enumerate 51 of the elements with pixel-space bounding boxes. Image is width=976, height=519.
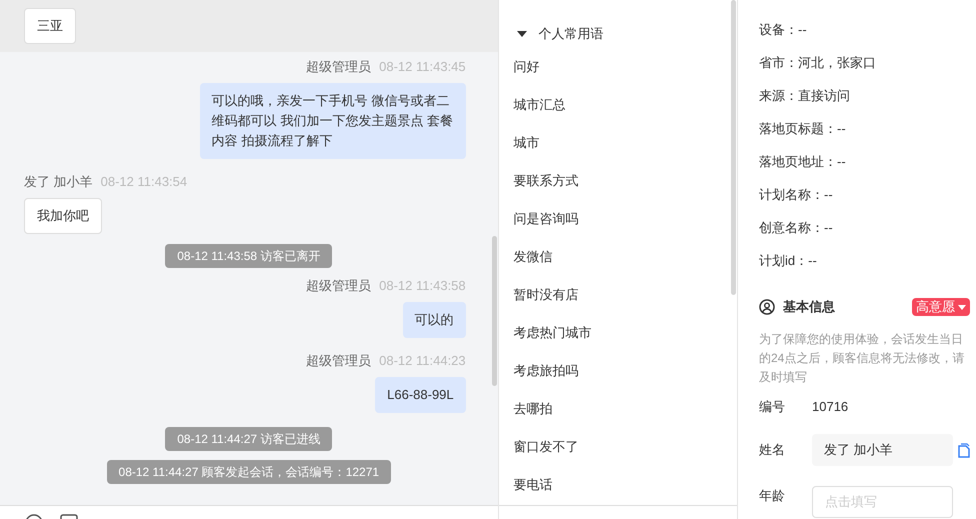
system-notice: 08-12 11:43:58 访客已离开 [165, 244, 332, 268]
info-line: 省市：河北，张家口 [759, 54, 877, 72]
field-label: 年龄 [759, 487, 786, 505]
caret-icon [958, 304, 966, 310]
scrollbar[interactable] [731, 0, 736, 295]
intent-tag[interactable]: 高意愿 [912, 298, 970, 316]
info-line: 设备：-- [759, 21, 808, 39]
phrase-item[interactable]: 考虑旅拍吗 [498, 352, 737, 390]
system-notice: 08-12 11:44:27 访客已进线 [165, 427, 332, 451]
scrollbar[interactable] [492, 236, 497, 386]
phrase-item[interactable]: 要联系方式 [498, 162, 737, 200]
phrase-item[interactable]: 暂时没有店 [498, 276, 737, 314]
phrase-item[interactable]: 问是咨询吗 [498, 200, 737, 238]
info-line: 计划名称：-- [759, 186, 834, 204]
info-line: 计划id：-- [759, 252, 818, 270]
message-bubble: 可以的 [402, 302, 466, 338]
message-time: 08-12 11:43:45 [379, 58, 466, 76]
phrase-item[interactable]: 城市 [498, 124, 737, 162]
phrase-item[interactable]: 考虑热门城市 [498, 314, 737, 352]
section-title: 基本信息 [783, 298, 835, 316]
field-value: 10716 [812, 398, 848, 416]
phrase-item[interactable]: 窗口发不了 [498, 428, 737, 466]
phrase-item[interactable]: 要电话 [498, 466, 737, 504]
message-time: 08-12 11:43:58 [379, 277, 466, 295]
phrase-group-title[interactable]: 个人常用语 [538, 24, 604, 44]
sender-name: 超级管理员 [306, 352, 372, 370]
sender-name: 发了 加小羊 [24, 173, 93, 191]
message-bubble: 我加你吧 [24, 198, 102, 234]
info-line: 创意名称：-- [759, 219, 834, 237]
info-line: 落地页地址：-- [759, 153, 847, 171]
message-time: 08-12 11:44:23 [379, 352, 466, 370]
phrase-item[interactable]: 去哪拍 [498, 390, 737, 428]
message-bubble: 可以的哦，亲发一下手机号 微信号或者二维码都可以 我们加一下您发主题景点 套餐内容 拍摄流程了解下 [200, 83, 466, 159]
sender-name: 超级管理员 [306, 277, 372, 295]
user-icon [759, 299, 775, 315]
sender-name: 超级管理员 [306, 58, 372, 76]
message-time: 08-12 11:43:54 [100, 173, 188, 191]
name-field[interactable]: 发了 加小羊 [812, 434, 953, 466]
caret-icon[interactable] [516, 30, 527, 38]
info-line: 来源：直接访问 [759, 87, 851, 105]
phrase-item[interactable]: 问好 [498, 48, 737, 86]
message-bubble: 三亚 [24, 8, 76, 44]
system-notice: 08-12 11:44:27 顾客发起会话，会话编号：12271 [106, 460, 392, 484]
field-label: 姓名 [759, 441, 786, 460]
info-line: 落地页标题：-- [759, 120, 847, 138]
copy-icon[interactable] [957, 442, 970, 458]
message-bubble: L66-88-99L [375, 377, 466, 413]
field-label: 编号 [759, 398, 786, 416]
notice-text: 为了保障您的使用体验，会话发生当日的24点之后，顾客信息将无法修改，请及时填写 [759, 331, 966, 386]
phrase-item[interactable]: 发微信 [498, 238, 737, 276]
phrase-item[interactable]: 城市汇总 [498, 86, 737, 124]
